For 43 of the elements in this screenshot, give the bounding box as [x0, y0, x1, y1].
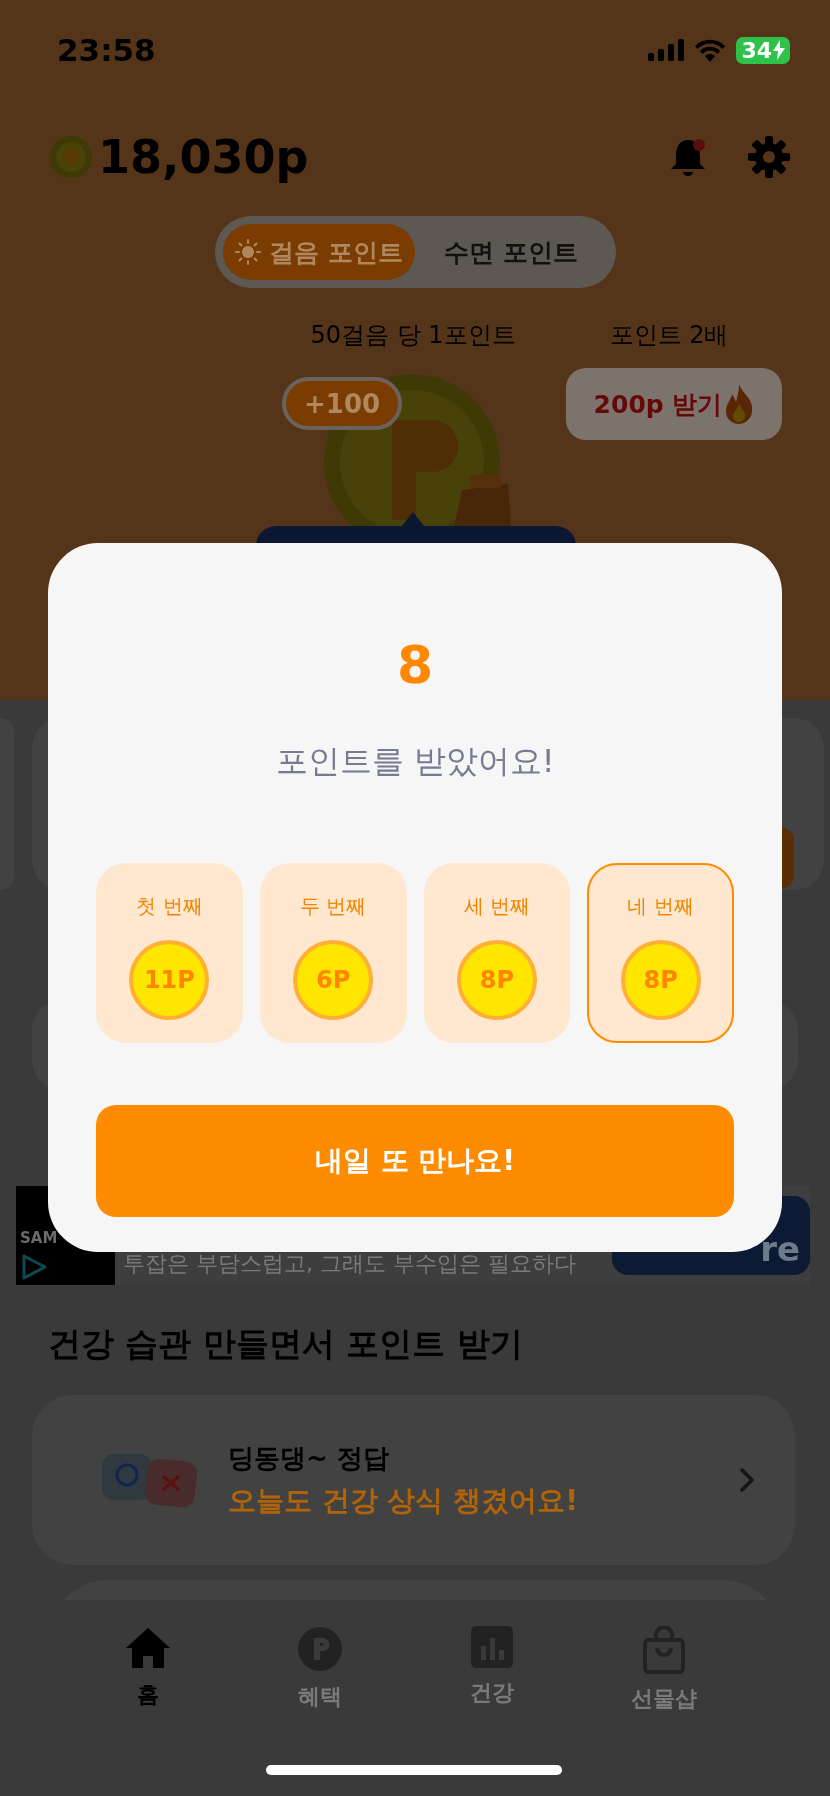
round-points: 6P	[293, 940, 374, 1020]
round-label: 첫 번째	[136, 893, 203, 920]
chevron-right-icon	[739, 1467, 755, 1493]
round-label: 세 번째	[463, 893, 531, 920]
play-icon	[20, 1253, 48, 1281]
ad-text: 투잡은 부담스럽고, 그래도 부수입은 필요하다	[123, 1250, 576, 1278]
confirm-button[interactable]: 내일 또 만나요!	[96, 1105, 734, 1217]
round-points: 8P	[456, 940, 537, 1020]
reward-amount: 8	[396, 635, 434, 695]
double-points-button[interactable]: 200p 받기	[566, 368, 782, 440]
ad-logo-text: SAM	[20, 1229, 59, 1247]
chart-icon	[471, 1626, 513, 1668]
round-label: 네 번째	[627, 893, 694, 920]
section-title: 건강 습관 만들면서 포인트 받기	[48, 1323, 524, 1365]
quiz-title: 딩동댕~ 정답	[228, 1441, 390, 1475]
step-rate-label: 50걸음 당 1포인트	[309, 320, 517, 351]
charging-icon	[773, 40, 785, 60]
nav-tab[interactable]: 혜택	[234, 1600, 406, 1720]
quiz-subtitle: 오늘도 건강 상식 챙겼어요!	[228, 1482, 578, 1519]
round-points: 8P	[620, 940, 701, 1020]
mode-tab[interactable]: 걸음 포인트	[222, 224, 415, 280]
status-time: 23:58	[57, 32, 156, 68]
fire-icon	[724, 384, 755, 424]
bonus-pill: +100	[282, 377, 403, 430]
home-icon	[125, 1626, 171, 1670]
quiz-card[interactable]: 딩동댕~ 정답 오늘도 건강 상식 챙겼어요!	[32, 1395, 795, 1565]
nav-tab[interactable]: 건강	[406, 1600, 578, 1720]
sun-icon	[234, 239, 261, 265]
double-points-label: 포인트 2배	[608, 320, 730, 351]
signal-icon	[648, 39, 685, 61]
mode-tab[interactable]: 수면 포인트	[415, 224, 608, 280]
coin-icon	[50, 136, 92, 178]
reward-message: 포인트를 받았어요!	[275, 741, 555, 781]
points-balance: 18,030p	[98, 130, 309, 184]
settings-icon[interactable]	[748, 136, 790, 178]
round-points: 11P	[129, 940, 210, 1020]
coin-icon	[297, 1626, 343, 1672]
wifi-icon	[694, 38, 727, 62]
shopping-bag-icon	[642, 1626, 686, 1674]
battery-level: 34	[736, 36, 790, 64]
nav-tab[interactable]: 홈	[62, 1600, 234, 1720]
round-label: 두 번째	[299, 893, 367, 920]
nav-tab[interactable]: 선물샵	[578, 1600, 750, 1720]
